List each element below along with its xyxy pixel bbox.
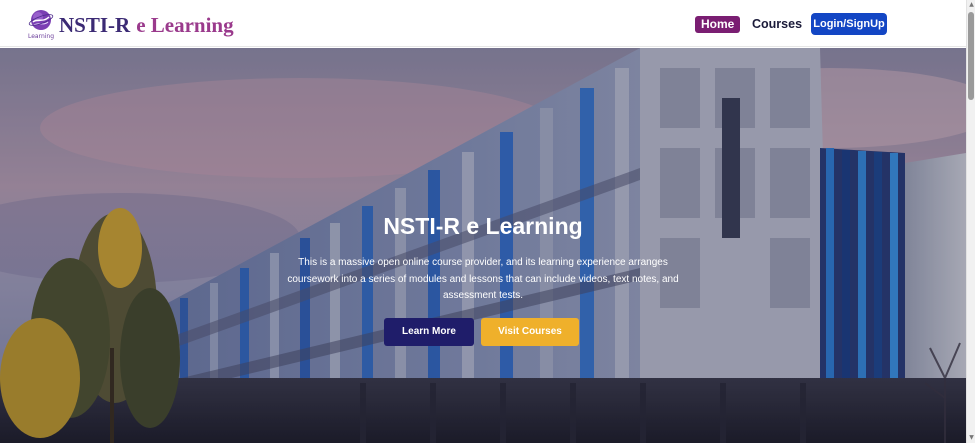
page-scrollbar[interactable]: ▲ ▼: [966, 0, 975, 443]
login-signup-button[interactable]: Login/SignUp: [811, 13, 887, 35]
hero-description: This is a massive open online course pro…: [287, 257, 679, 301]
hero-dim-overlay: [0, 48, 966, 443]
hero-title: NSTI-R e Learning: [383, 213, 583, 239]
visit-courses-button[interactable]: Visit Courses: [481, 318, 579, 346]
learn-more-button[interactable]: Learn More: [384, 318, 474, 346]
hero-banner: NSTI-R e Learning This is a massive open…: [0, 48, 966, 443]
nav-courses-link[interactable]: Courses: [752, 16, 802, 33]
globe-logo-icon[interactable]: Learning: [28, 9, 54, 41]
site-title-part2: e Learning: [136, 13, 234, 37]
nav-home-link[interactable]: Home: [695, 16, 741, 33]
logo-caption: Learning: [28, 33, 55, 40]
site-title-part1: NSTI-R: [59, 13, 131, 37]
scrollbar-thumb[interactable]: [968, 12, 974, 100]
scroll-up-arrow-icon[interactable]: ▲: [967, 0, 975, 10]
site-title[interactable]: NSTI-R e Learning: [59, 13, 234, 37]
top-navbar: Learning NSTI-R e Learning Home Courses L…: [0, 0, 966, 47]
scroll-down-arrow-icon[interactable]: ▼: [967, 433, 975, 443]
